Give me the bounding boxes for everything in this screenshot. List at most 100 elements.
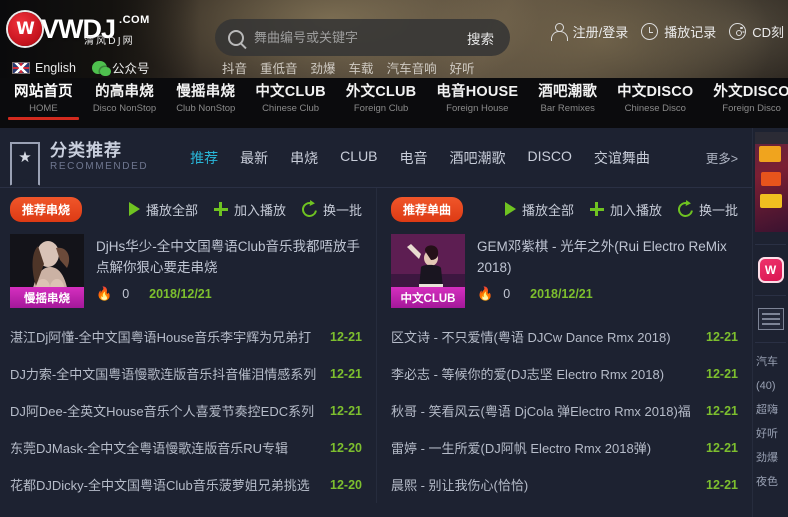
sidebar-link-2[interactable]: 超嗨 [756, 403, 788, 418]
search-bar[interactable]: 搜索 [215, 19, 510, 56]
sidebar-link-0[interactable]: 汽车 [756, 355, 788, 370]
list-item[interactable]: DJ阿Dee-全英文House音乐个人喜爱节奏控EDC系列 12-21 [10, 392, 362, 429]
plus-icon [589, 202, 604, 216]
list-item[interactable]: 湛江Dj阿懂-全中文国粤语House音乐李宇辉为兄弟打 12-21 [10, 318, 362, 355]
main-content: ★ 分类推荐 RECOMMENDED 推荐 最新 串烧 CLUB 电音 酒吧潮歌… [0, 128, 752, 517]
refresh-batch-button[interactable]: 换一批 [299, 198, 362, 220]
fire-icon: 🔥 [477, 286, 494, 301]
tab-newest[interactable]: 最新 [240, 148, 268, 168]
category-more-link[interactable]: 更多> [706, 148, 738, 167]
nav-label-en: Club NonStop [176, 103, 236, 114]
sidebar-divider [755, 295, 786, 296]
hot-tag-4[interactable]: 汽车音响 [387, 58, 437, 77]
nav-item-chinese-club[interactable]: 中文CLUB Chinese Club [245, 78, 335, 128]
play-history-link[interactable]: 播放记录 [641, 22, 716, 41]
featured-item[interactable]: 中文CLUB GEM邓紫棋 - 光年之外(Rui Electro ReMix 2… [391, 230, 738, 316]
featured-title[interactable]: GEM邓紫棋 - 光年之外(Rui Electro ReMix 2018) [477, 236, 738, 278]
logo-domain-suffix: .COM [119, 14, 150, 26]
list-item[interactable]: 雷婷 - 一生所爱(DJ阿帆 Electro Rmx 2018弹) 12-21 [391, 429, 738, 466]
star-glyph: ★ [18, 149, 32, 166]
tab-recommend[interactable]: 推荐 [190, 148, 218, 168]
hot-tag-5[interactable]: 好听 [450, 58, 475, 77]
add-to-playlist-button[interactable]: 加入播放 [213, 200, 286, 219]
nav-item-chinese-disco[interactable]: 中文DISCO Chinese Disco [607, 78, 703, 128]
search-button[interactable]: 搜索 [461, 28, 510, 48]
refresh-batch-label: 换一批 [698, 202, 738, 218]
play-all-button[interactable]: 播放全部 [504, 200, 574, 219]
list-item-date: 12-21 [330, 403, 362, 418]
list-item-title: 李必志 - 等候你的爱(DJ志坚 Electro Rmx 2018) [391, 367, 665, 382]
list-item-title: 晨熙 - 别让我伤心(恰恰) [391, 478, 529, 493]
nav-label-en: Foreign Disco [722, 103, 781, 114]
sidebar-link-3[interactable]: 好听 [756, 427, 788, 442]
sidebar-ad-card[interactable] [753, 132, 788, 232]
sidebar-link-1[interactable]: (40) [756, 379, 788, 394]
category-bar: ★ 分类推荐 RECOMMENDED 推荐 最新 串烧 CLUB 电音 酒吧潮歌… [0, 128, 752, 188]
list-item[interactable]: 李必志 - 等候你的爱(DJ志坚 Electro Rmx 2018) 12-21 [391, 355, 738, 392]
nav-item-foreign-house[interactable]: 电音HOUSE Foreign House [426, 78, 528, 128]
nav-label-cn: 外文DISCO [713, 84, 788, 100]
hot-tag-0[interactable]: 抖音 [222, 58, 247, 77]
app-download-icon[interactable]: W [757, 257, 784, 283]
tab-club[interactable]: CLUB [340, 148, 377, 168]
featured-meta: 🔥 0 2018/12/21 [477, 286, 738, 302]
play-icon [128, 202, 140, 216]
hot-tag-3[interactable]: 车载 [349, 58, 374, 77]
hot-tag-1[interactable]: 重低音 [260, 58, 298, 77]
cd-burn-link[interactable]: CD刻 [729, 22, 784, 41]
article-list-icon[interactable] [757, 308, 784, 330]
cd-icon [729, 23, 747, 40]
nav-item-foreign-club[interactable]: 外文CLUB Foreign Club [336, 78, 426, 128]
nav-label-cn: 网站首页 [14, 84, 73, 100]
tab-electronic[interactable]: 电音 [400, 148, 428, 168]
add-to-playlist-button[interactable]: 加入播放 [589, 200, 662, 219]
nav-item-disco-nonstop[interactable]: 的高串烧 Disco NonStop [83, 78, 166, 128]
featured-hot-count: 0 [122, 287, 130, 301]
nav-label-cn: 中文CLUB [255, 84, 326, 100]
refresh-batch-label: 换一批 [322, 202, 362, 218]
nav-label-cn: 酒吧潮歌 [538, 84, 598, 100]
list-item[interactable]: 花都DJDicky-全中文国粤语Club音乐菠萝姐兄弟挑选 12-20 [10, 466, 362, 503]
featured-title[interactable]: DjHs华少-全中文国粤语Club音乐我都唔放手点解你狠心要走串烧 [96, 236, 362, 278]
list-item-title: 雷婷 - 一生所爱(DJ阿帆 Electro Rmx 2018弹) [391, 441, 652, 456]
sidebar-link-4[interactable]: 劲爆 [756, 451, 788, 466]
list-item-title: 区文诗 - 不只爱情(粤语 DJCw Dance Rmx 2018) [391, 330, 671, 345]
nav-label-cn: 的高串烧 [95, 84, 154, 100]
play-all-button[interactable]: 播放全部 [128, 200, 198, 219]
list-item[interactable]: 东莞DJMask-全中文全粤语慢歌连版音乐RU专辑 12-20 [10, 429, 362, 466]
sidebar-link-5[interactable]: 夜色 [756, 475, 788, 490]
register-login-link[interactable]: 注册/登录 [550, 22, 628, 41]
tab-nonstop[interactable]: 串烧 [290, 148, 318, 168]
featured-item[interactable]: 慢摇串烧 DjHs华少-全中文国粤语Club音乐我都唔放手点解你狠心要走串烧 🔥… [10, 230, 362, 316]
plus-icon [213, 202, 228, 216]
list-item[interactable]: 区文诗 - 不只爱情(粤语 DJCw Dance Rmx 2018) 12-21 [391, 318, 738, 355]
section-badge: 推荐串烧 [10, 196, 83, 222]
list-item[interactable]: DJ力索-全中文国粤语慢歌连版音乐抖音催泪情感系列 12-21 [10, 355, 362, 392]
list-item[interactable]: 秋哥 - 笑看风云(粤语 DjCola 弹Electro Rmx 2018)福 … [391, 392, 738, 429]
list-item-date: 12-21 [706, 477, 738, 492]
language-switch[interactable]: English [12, 61, 76, 75]
tab-ballroom[interactable]: 交谊舞曲 [594, 148, 650, 168]
list-item[interactable]: 晨熙 - 别让我伤心(恰恰) 12-21 [391, 466, 738, 503]
nav-item-club-nonstop[interactable]: 慢摇串烧 Club NonStop [166, 78, 245, 128]
logo-chinese-name: 清风DJ网 [84, 36, 135, 47]
fire-icon: 🔥 [96, 286, 113, 301]
tab-disco[interactable]: DISCO [528, 148, 572, 168]
nav-label-en: Chinese Disco [624, 103, 686, 114]
search-input[interactable] [254, 30, 461, 45]
official-account-label: 公众号 [112, 62, 150, 76]
featured-body: GEM邓紫棋 - 光年之外(Rui Electro ReMix 2018) 🔥 … [477, 234, 738, 308]
nav-item-bar-remixes[interactable]: 酒吧潮歌 Bar Remixes [528, 78, 607, 128]
nav-item-foreign-disco[interactable]: 外文DISCO Foreign Disco [703, 78, 788, 128]
tab-bar-remixes[interactable]: 酒吧潮歌 [450, 148, 506, 168]
refresh-batch-button[interactable]: 换一批 [675, 198, 738, 220]
ad-graphic-1 [759, 146, 781, 162]
nav-label-cn: 外文CLUB [345, 84, 417, 100]
logo-badge-icon: W [8, 12, 42, 46]
list-item-date: 12-21 [706, 440, 738, 455]
featured-thumbnail[interactable]: 慢摇串烧 [10, 234, 84, 308]
official-account-link[interactable]: 公众号 [92, 58, 150, 77]
featured-thumbnail[interactable]: 中文CLUB [391, 234, 465, 308]
hot-tag-2[interactable]: 劲爆 [311, 58, 336, 77]
nav-item-home[interactable]: 网站首页 HOME [4, 78, 83, 128]
